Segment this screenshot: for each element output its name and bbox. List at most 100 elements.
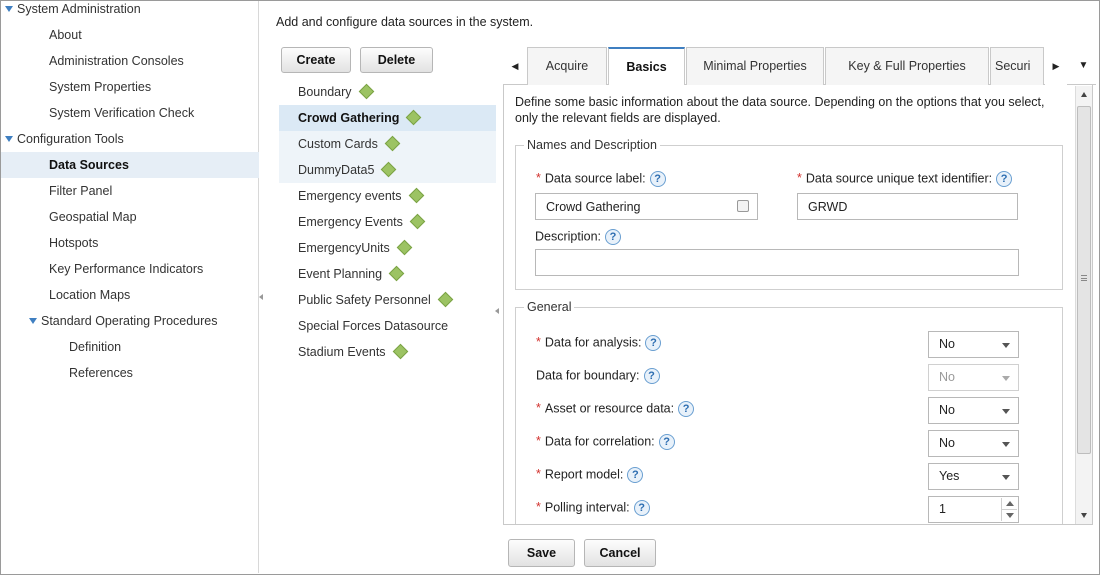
help-icon[interactable]: ? [649, 171, 666, 187]
field-value: No [939, 337, 955, 351]
nav-item-label: System Verification Check [49, 106, 195, 120]
nav-item-label: Administration Consoles [49, 54, 184, 68]
nav-item-data-sources[interactable]: Data Sources [1, 152, 259, 178]
left-splitter-handle[interactable] [259, 294, 263, 300]
general-field-label: * Data for correlation:? [536, 434, 675, 450]
nav-item-definition[interactable]: Definition [1, 334, 259, 360]
general-field-select[interactable]: No [928, 430, 1019, 457]
panel-scrollbar[interactable] [1075, 86, 1092, 524]
data-source-item[interactable]: Custom Cards [279, 131, 496, 157]
status-diamond-icon [396, 239, 412, 256]
general-field-text: Data for analysis: [544, 335, 642, 350]
tab-basics[interactable]: Basics [608, 47, 685, 86]
nav-item-label: Definition [69, 340, 122, 354]
create-button[interactable]: Create [281, 47, 351, 73]
nav-item-geospatial-map[interactable]: Geospatial Map [1, 204, 259, 230]
data-source-item[interactable]: Public Safety Personnel [279, 287, 496, 313]
help-icon[interactable]: ? [643, 368, 660, 384]
data-source-item[interactable]: EmergencyUnits [279, 235, 496, 261]
data-source-item[interactable]: Crowd Gathering [279, 105, 496, 131]
names-description-legend: Names and Description [527, 138, 657, 152]
general-legend: General [527, 300, 572, 314]
nav-item-label: Configuration Tools [17, 132, 124, 146]
nav-item-hotspots[interactable]: Hotspots [1, 230, 259, 256]
data-source-item[interactable]: DummyData5 [279, 157, 496, 183]
field-value: No [939, 370, 955, 384]
delete-button[interactable]: Delete [360, 47, 433, 73]
chevron-down-icon[interactable] [1002, 376, 1010, 381]
tab-minimal-properties[interactable]: Minimal Properties [686, 47, 824, 85]
chevron-down-icon[interactable] [1002, 343, 1010, 348]
required-marker: * [536, 500, 541, 515]
basics-intro-text: Define some basic information about the … [515, 95, 1045, 125]
data-source-label: Emergency Events [298, 215, 403, 229]
general-field-text: Report model: [544, 467, 624, 482]
status-diamond-icon [406, 109, 422, 126]
tab-security[interactable]: Securi [990, 47, 1044, 85]
tab-list-dropdown-icon[interactable]: ▼ [1071, 47, 1096, 85]
tab-scroll-left-icon[interactable]: ◀ [503, 47, 527, 85]
nav-item-system-verification-check[interactable]: System Verification Check [1, 100, 259, 126]
spinner-arrows-icon[interactable] [1001, 498, 1017, 521]
data-source-label: Emergency events [298, 189, 402, 203]
nav-item-key-performance-indicators[interactable]: Key Performance Indicators [1, 256, 259, 282]
nav-item-location-maps[interactable]: Location Maps [1, 282, 259, 308]
tab-scroll-right-icon[interactable]: ▶ [1045, 47, 1067, 85]
data-source-item[interactable]: Boundary [279, 79, 496, 105]
general-field-select[interactable]: Yes [928, 463, 1019, 490]
data-source-item[interactable]: Special Forces Datasource [279, 313, 496, 339]
required-marker: * [536, 335, 541, 350]
nav-item-administration-consoles[interactable]: Administration Consoles [1, 48, 259, 74]
help-icon[interactable]: ? [627, 467, 644, 483]
polling-interval-spinner[interactable]: 1 [928, 496, 1019, 523]
help-icon[interactable]: ? [658, 434, 675, 450]
help-icon[interactable]: ? [996, 171, 1013, 187]
data-source-item[interactable]: Event Planning [279, 261, 496, 287]
tab-acquire[interactable]: Acquire [527, 47, 607, 85]
help-icon[interactable]: ? [678, 401, 695, 417]
expand-triangle-icon[interactable] [5, 135, 13, 142]
nav-item-label: System Properties [49, 80, 152, 94]
status-diamond-icon [384, 135, 401, 152]
data-source-item[interactable]: Emergency Events [279, 209, 496, 235]
basics-panel: Define some basic information about the … [503, 85, 1093, 525]
nav-item-about[interactable]: About [1, 22, 259, 48]
expand-triangle-icon[interactable] [5, 5, 13, 12]
grip-icon [1081, 275, 1087, 281]
scrollbar-thumb[interactable] [1077, 106, 1091, 454]
tab-key-full-properties[interactable]: Key & Full Properties [825, 47, 989, 85]
status-diamond-icon [409, 213, 426, 230]
data-source-label: Special Forces Datasource [298, 319, 449, 333]
translate-field-icon[interactable] [737, 200, 749, 212]
scroll-down-icon[interactable] [1081, 513, 1087, 518]
general-field-text: Asset or resource data: [544, 401, 675, 416]
description-input[interactable] [535, 249, 1019, 276]
general-field-select[interactable]: No [928, 331, 1019, 358]
chevron-down-icon[interactable] [1002, 475, 1010, 480]
nav-item-references[interactable]: References [1, 360, 259, 386]
middle-splitter-handle[interactable] [495, 308, 499, 314]
general-field-select[interactable]: No [928, 397, 1019, 424]
nav-item-configuration-tools[interactable]: Configuration Tools [1, 126, 259, 152]
data-source-item[interactable]: Stadium Events [279, 339, 496, 365]
unique-identifier-input[interactable] [797, 193, 1018, 220]
nav-item-system-administration[interactable]: System Administration [1, 0, 259, 22]
chevron-down-icon[interactable] [1002, 409, 1010, 414]
help-icon[interactable]: ? [605, 229, 621, 245]
status-diamond-icon [388, 265, 405, 282]
nav-item-system-properties[interactable]: System Properties [1, 74, 259, 100]
data-source-label-input[interactable] [535, 193, 758, 220]
help-icon[interactable]: ? [633, 500, 650, 516]
nav-item-filter-panel[interactable]: Filter Panel [1, 178, 259, 204]
status-diamond-icon [358, 83, 374, 100]
nav-item-standard-operating-procedures[interactable]: Standard Operating Procedures [1, 308, 259, 334]
help-icon[interactable]: ? [645, 335, 662, 351]
scroll-up-icon[interactable] [1081, 92, 1087, 97]
status-diamond-icon [408, 187, 424, 204]
expand-triangle-icon[interactable] [29, 317, 37, 324]
cancel-button[interactable]: Cancel [584, 539, 656, 567]
data-source-item[interactable]: Emergency events [279, 183, 496, 209]
nav-item-label: System Administration [17, 2, 141, 16]
chevron-down-icon[interactable] [1002, 442, 1010, 447]
save-button[interactable]: Save [508, 539, 575, 567]
